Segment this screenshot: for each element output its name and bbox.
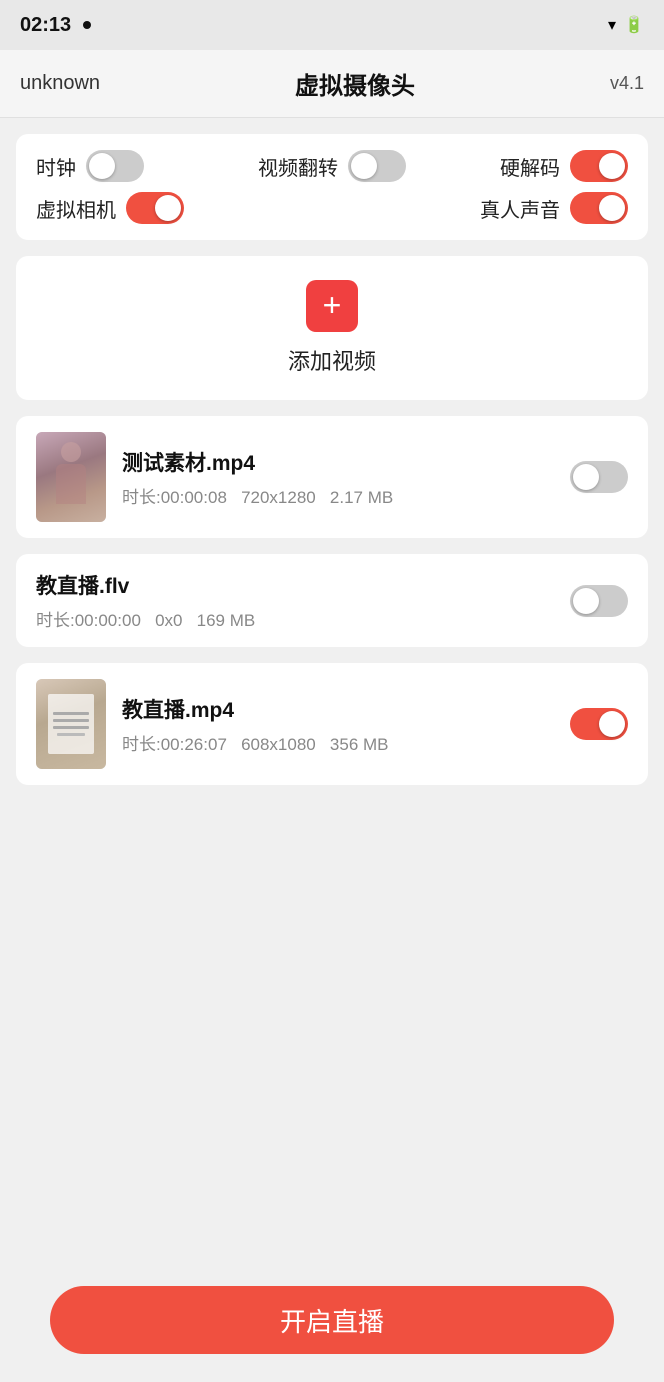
- control-hard-decode: 硬解码: [431, 150, 628, 182]
- clock-toggle-thumb: [89, 153, 115, 179]
- video-item-1: 测试素材.mp4 时长:00:00:08 720x1280 2.17 MB: [16, 416, 648, 538]
- add-icon: +: [323, 289, 342, 321]
- flip-toggle-thumb: [351, 153, 377, 179]
- wifi-icon: ▾: [608, 15, 616, 35]
- video-meta-3: 时长:00:26:07 608x1080 356 MB: [122, 730, 554, 755]
- status-bar: 02:13 ▾ 🔋: [0, 0, 664, 50]
- controls-row-1: 时钟 视频翻转 硬解码: [36, 150, 628, 182]
- control-flip: 视频翻转: [233, 150, 430, 182]
- battery-icon: 🔋: [624, 15, 644, 35]
- bottom-bar: 开启直播: [0, 1270, 664, 1382]
- clock-toggle-track: [86, 150, 144, 182]
- video-toggle-thumb-1: [573, 464, 599, 490]
- status-time: 02:13: [20, 14, 71, 37]
- hard-decode-toggle-track: [570, 150, 628, 182]
- virtual-camera-label: 虚拟相机: [36, 194, 116, 223]
- video-toggle-track-3: [570, 708, 628, 740]
- real-voice-toggle-track: [570, 192, 628, 224]
- video-toggle-track-2: [570, 585, 628, 617]
- add-video-label: 添加视频: [288, 344, 376, 376]
- app-header: unknown 虚拟摄像头 v4.1: [0, 50, 664, 118]
- video-toggle-thumb-3: [599, 711, 625, 737]
- video-toggle-thumb-2: [573, 588, 599, 614]
- hard-decode-toggle[interactable]: [570, 150, 628, 182]
- header-left-text: unknown: [20, 72, 100, 95]
- video-toggle-2[interactable]: [570, 585, 628, 617]
- video-toggle-track-1: [570, 461, 628, 493]
- video-item-3: 教直播.mp4 时长:00:26:07 608x1080 356 MB: [16, 663, 648, 785]
- video-info-1: 测试素材.mp4 时长:00:00:08 720x1280 2.17 MB: [122, 447, 554, 508]
- status-dot-indicator: [83, 21, 91, 29]
- app-title: 虚拟摄像头: [295, 66, 415, 101]
- video-meta-1: 时长:00:00:08 720x1280 2.17 MB: [122, 483, 554, 508]
- video-thumb-1: [36, 432, 106, 522]
- video-name-1: 测试素材.mp4: [122, 447, 554, 477]
- video-meta-2: 时长:00:00:00 0x0 169 MB: [36, 606, 554, 631]
- flip-toggle-track: [348, 150, 406, 182]
- hard-decode-label: 硬解码: [500, 152, 560, 181]
- real-voice-toggle[interactable]: [570, 192, 628, 224]
- video-name-2: 教直播.flv: [36, 570, 554, 600]
- video-item-2: 教直播.flv 时长:00:00:00 0x0 169 MB: [16, 554, 648, 647]
- video-info-3: 教直播.mp4 时长:00:26:07 608x1080 356 MB: [122, 694, 554, 755]
- flip-label: 视频翻转: [258, 152, 338, 181]
- start-live-button[interactable]: 开启直播: [50, 1286, 614, 1354]
- controls-row-2: 虚拟相机 真人声音: [36, 192, 628, 224]
- virtual-camera-toggle[interactable]: [126, 192, 184, 224]
- real-voice-label: 真人声音: [480, 194, 560, 223]
- video-info-2: 教直播.flv 时长:00:00:00 0x0 169 MB: [36, 570, 554, 631]
- app-version: v4.1: [610, 73, 644, 94]
- real-voice-toggle-thumb: [599, 195, 625, 221]
- video-name-3: 教直播.mp4: [122, 694, 554, 724]
- control-virtual-camera: 虚拟相机: [36, 192, 332, 224]
- hard-decode-toggle-thumb: [599, 153, 625, 179]
- add-video-section: + 添加视频: [16, 256, 648, 400]
- controls-section: 时钟 视频翻转 硬解码: [16, 134, 648, 240]
- video-toggle-1[interactable]: [570, 461, 628, 493]
- control-clock: 时钟: [36, 150, 233, 182]
- video-thumb-3: [36, 679, 106, 769]
- control-real-voice: 真人声音: [332, 192, 628, 224]
- virtual-camera-toggle-thumb: [155, 195, 181, 221]
- virtual-camera-toggle-track: [126, 192, 184, 224]
- video-toggle-3[interactable]: [570, 708, 628, 740]
- add-video-button[interactable]: +: [306, 280, 358, 332]
- main-content: 时钟 视频翻转 硬解码: [0, 118, 664, 901]
- flip-toggle[interactable]: [348, 150, 406, 182]
- clock-toggle[interactable]: [86, 150, 144, 182]
- clock-label: 时钟: [36, 152, 76, 181]
